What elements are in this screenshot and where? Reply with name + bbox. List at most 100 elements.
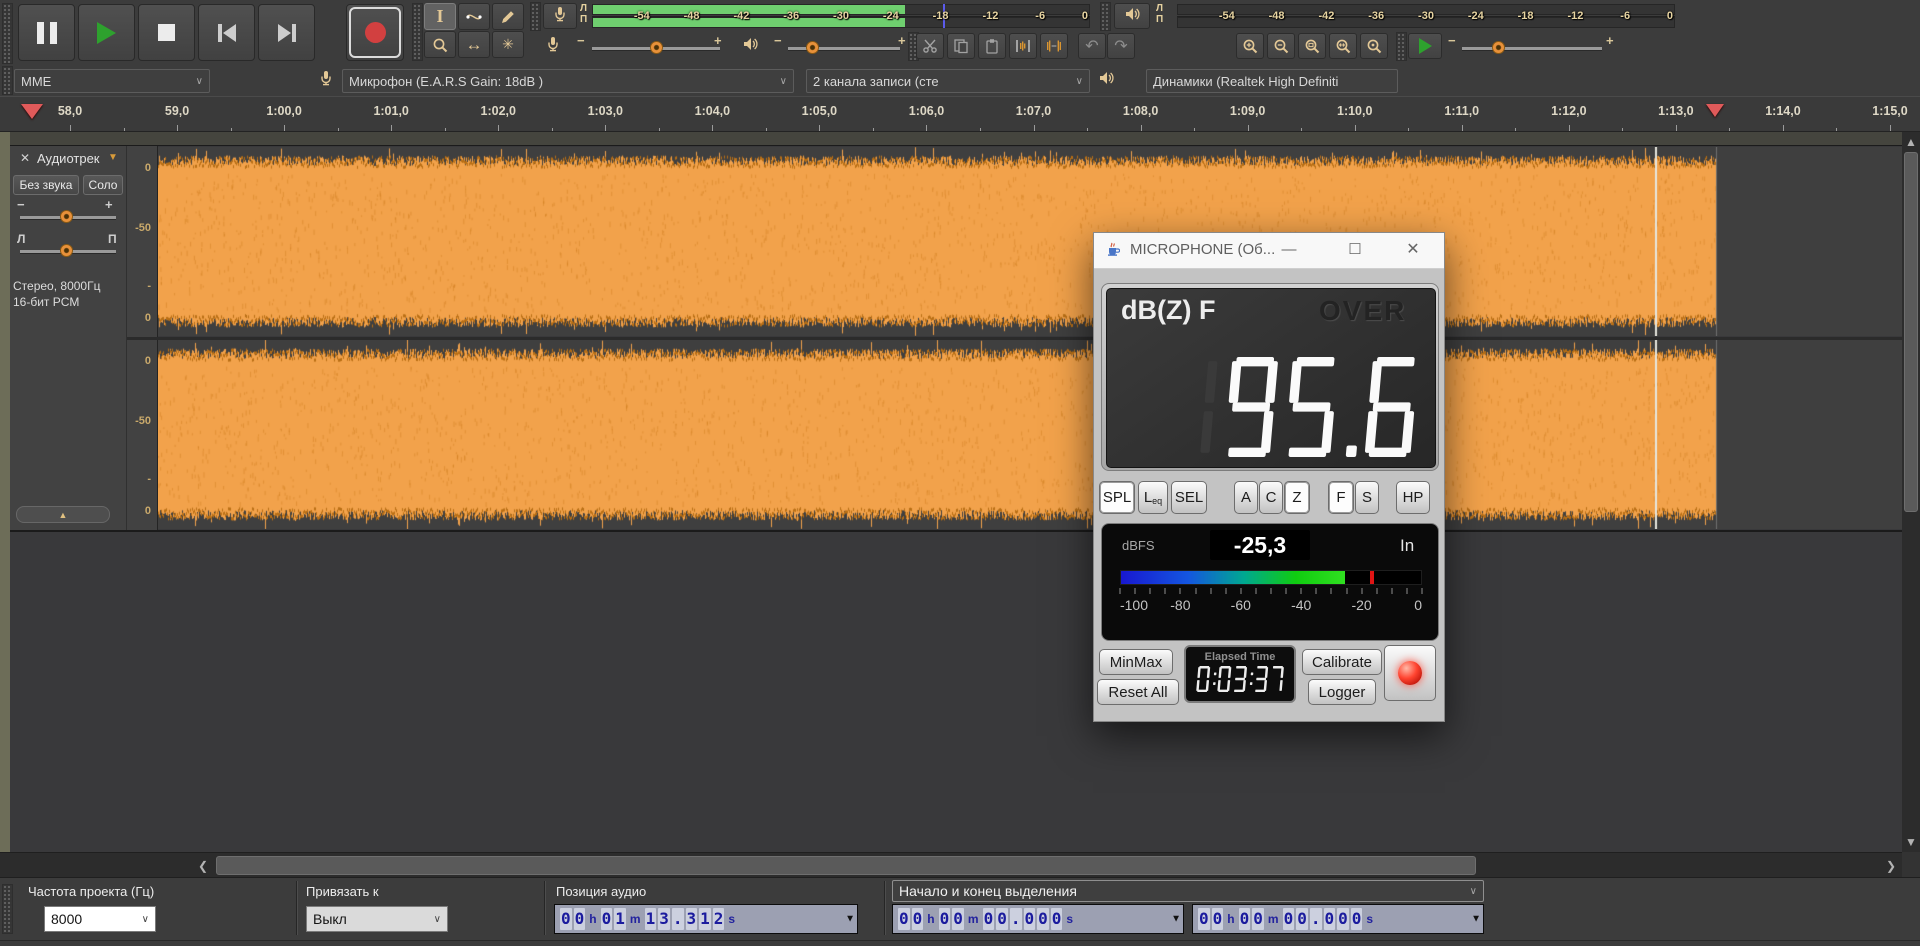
scroll-left-arrow-icon[interactable]: ❮ — [194, 857, 212, 874]
play-button[interactable] — [78, 4, 135, 61]
zoom-toggle-button[interactable] — [1360, 33, 1388, 59]
timeline-ruler[interactable]: 58,059,01:00,01:01,01:02,01:03,01:04,01:… — [0, 96, 1920, 132]
waveform-right-channel[interactable] — [158, 340, 1902, 529]
play-at-speed-grip[interactable] — [1396, 32, 1407, 61]
horizontal-scrollbar[interactable]: ❮ ❯ — [0, 852, 1902, 877]
time-shift-tool-button[interactable]: ↔ — [458, 31, 490, 58]
spinner-icon[interactable]: ▼ — [1171, 914, 1181, 925]
minimize-button[interactable]: — — [1266, 233, 1312, 267]
spl-window-titlebar[interactable]: MICROPHONE (Об... — ☐ ✕ — [1094, 233, 1444, 269]
spl-button-hp[interactable]: HP — [1396, 481, 1430, 514]
spl-button-f[interactable]: F — [1328, 481, 1354, 514]
time-digit[interactable]: 1 — [645, 908, 657, 930]
recording-meter-grip[interactable] — [530, 2, 541, 31]
pan-slider-thumb[interactable] — [60, 244, 73, 257]
time-digit[interactable]: 0 — [1252, 908, 1264, 930]
snap-to-select[interactable]: Выкл∨ — [306, 906, 448, 932]
mic-volume-thumb[interactable] — [650, 41, 663, 54]
zoom-tool-button[interactable] — [424, 31, 456, 58]
time-digit[interactable]: 0 — [1198, 908, 1210, 930]
device-toolbar-grip[interactable] — [2, 66, 13, 95]
time-digit[interactable]: 0 — [1037, 908, 1049, 930]
record-button[interactable] — [346, 4, 404, 61]
spl-button-z[interactable]: Z — [1284, 481, 1310, 514]
time-digit[interactable]: 0 — [939, 908, 951, 930]
spinner-icon[interactable]: ▼ — [1471, 914, 1481, 925]
cut-button[interactable] — [916, 33, 944, 59]
zoom-fit-button[interactable] — [1329, 33, 1357, 59]
maximize-button[interactable]: ☐ — [1332, 233, 1378, 267]
time-digit[interactable]: 0 — [898, 908, 910, 930]
selection-mode-select[interactable]: Начало и конец выделения∨ — [892, 880, 1484, 902]
audio-host-select[interactable]: MME∨ — [14, 69, 210, 93]
playback-device-select[interactable]: Динамики (Realtek High Definiti — [1146, 69, 1398, 93]
time-digit[interactable]: 1 — [699, 908, 711, 930]
tools-toolbar-grip[interactable] — [412, 3, 423, 61]
horizontal-scroll-thumb[interactable] — [216, 856, 1476, 875]
transport-toolbar-grip[interactable] — [2, 3, 13, 64]
logger-button[interactable]: Logger — [1308, 679, 1376, 705]
zoom-in-button[interactable] — [1236, 33, 1264, 59]
play-at-speed-button[interactable] — [1408, 33, 1442, 59]
trim-button[interactable] — [1009, 33, 1037, 59]
selection-toolbar-grip[interactable] — [2, 884, 13, 934]
copy-button[interactable] — [947, 33, 975, 59]
solo-button[interactable]: Соло — [83, 175, 123, 195]
stop-button[interactable] — [138, 4, 195, 61]
silence-button[interactable] — [1040, 33, 1068, 59]
time-digit[interactable]: 0 — [912, 908, 924, 930]
time-digit[interactable]: 0 — [560, 908, 572, 930]
spl-button-c[interactable]: C — [1259, 481, 1283, 514]
spl-button-spl[interactable]: SPL — [1099, 481, 1135, 514]
selection-end-field[interactable]: 00h00m00.000s▼ — [1192, 904, 1484, 934]
time-digit[interactable]: 0 — [1212, 908, 1224, 930]
time-digit[interactable]: 0 — [574, 908, 586, 930]
undo-button[interactable]: ↶ — [1078, 33, 1106, 59]
time-digit[interactable]: 3 — [686, 908, 698, 930]
track-title-menu[interactable]: Аудиотрек — [37, 151, 100, 166]
time-digit[interactable]: 0 — [601, 908, 613, 930]
waveform-left-channel[interactable] — [158, 147, 1902, 336]
playback-meter-grip[interactable] — [1100, 2, 1111, 31]
recording-device-select[interactable]: Микрофон (E.A.R.S Gain: 18dB )∨ — [342, 69, 794, 93]
scroll-down-arrow-icon[interactable]: ▼ — [1902, 834, 1920, 850]
time-digit[interactable]: 0 — [1296, 908, 1308, 930]
spl-record-toggle-button[interactable] — [1384, 645, 1436, 701]
pause-button[interactable] — [18, 4, 75, 61]
track-collapse-button[interactable]: ▲ — [16, 506, 110, 523]
paste-button[interactable] — [978, 33, 1006, 59]
recording-meter[interactable]: -54-48-42-36-30-24-18-12-60 — [592, 3, 1090, 29]
time-digit[interactable]: 0 — [1283, 908, 1295, 930]
recording-meter-mic-button[interactable] — [543, 3, 577, 29]
envelope-tool-button[interactable] — [458, 3, 490, 30]
time-digit[interactable]: 0 — [1239, 908, 1251, 930]
selection-tool-button[interactable]: I — [424, 3, 456, 30]
vertical-scrollbar[interactable]: ▲ ▼ — [1902, 132, 1920, 852]
time-digit[interactable]: 0 — [983, 908, 995, 930]
close-button[interactable]: ✕ — [1390, 233, 1436, 267]
gain-slider-thumb[interactable] — [60, 210, 73, 223]
reset-all-button[interactable]: Reset All — [1097, 679, 1179, 705]
time-digit[interactable]: 0 — [1351, 908, 1363, 930]
project-rate-select[interactable]: 8000∨ — [44, 906, 156, 932]
draw-tool-button[interactable] — [492, 3, 524, 30]
time-digit[interactable]: 3 — [658, 908, 670, 930]
record-position-marker[interactable] — [1706, 104, 1724, 117]
spl-button-s[interactable]: S — [1355, 481, 1379, 514]
calibrate-button[interactable]: Calibrate — [1302, 649, 1382, 675]
playback-volume-thumb[interactable] — [806, 41, 819, 54]
zoom-selection-button[interactable] — [1298, 33, 1326, 59]
playback-volume-slider[interactable] — [788, 47, 900, 51]
time-digit[interactable]: 0 — [1051, 908, 1063, 930]
selection-start-field[interactable]: 00h00m00.000s▼ — [892, 904, 1184, 934]
multi-tool-button[interactable]: ✳ — [492, 31, 524, 58]
track-close-button[interactable]: ✕ — [17, 150, 33, 166]
spl-button-sel[interactable]: SEL — [1171, 481, 1207, 514]
redo-button[interactable]: ↷ — [1107, 33, 1135, 59]
vertical-scroll-thumb[interactable] — [1904, 152, 1918, 512]
time-digit[interactable]: 1 — [614, 908, 626, 930]
mute-button[interactable]: Без звука — [13, 175, 79, 195]
playback-meter-speaker-button[interactable] — [1114, 3, 1150, 29]
spl-button-l[interactable]: Leq — [1138, 481, 1168, 514]
time-digit[interactable]: 0 — [1024, 908, 1036, 930]
